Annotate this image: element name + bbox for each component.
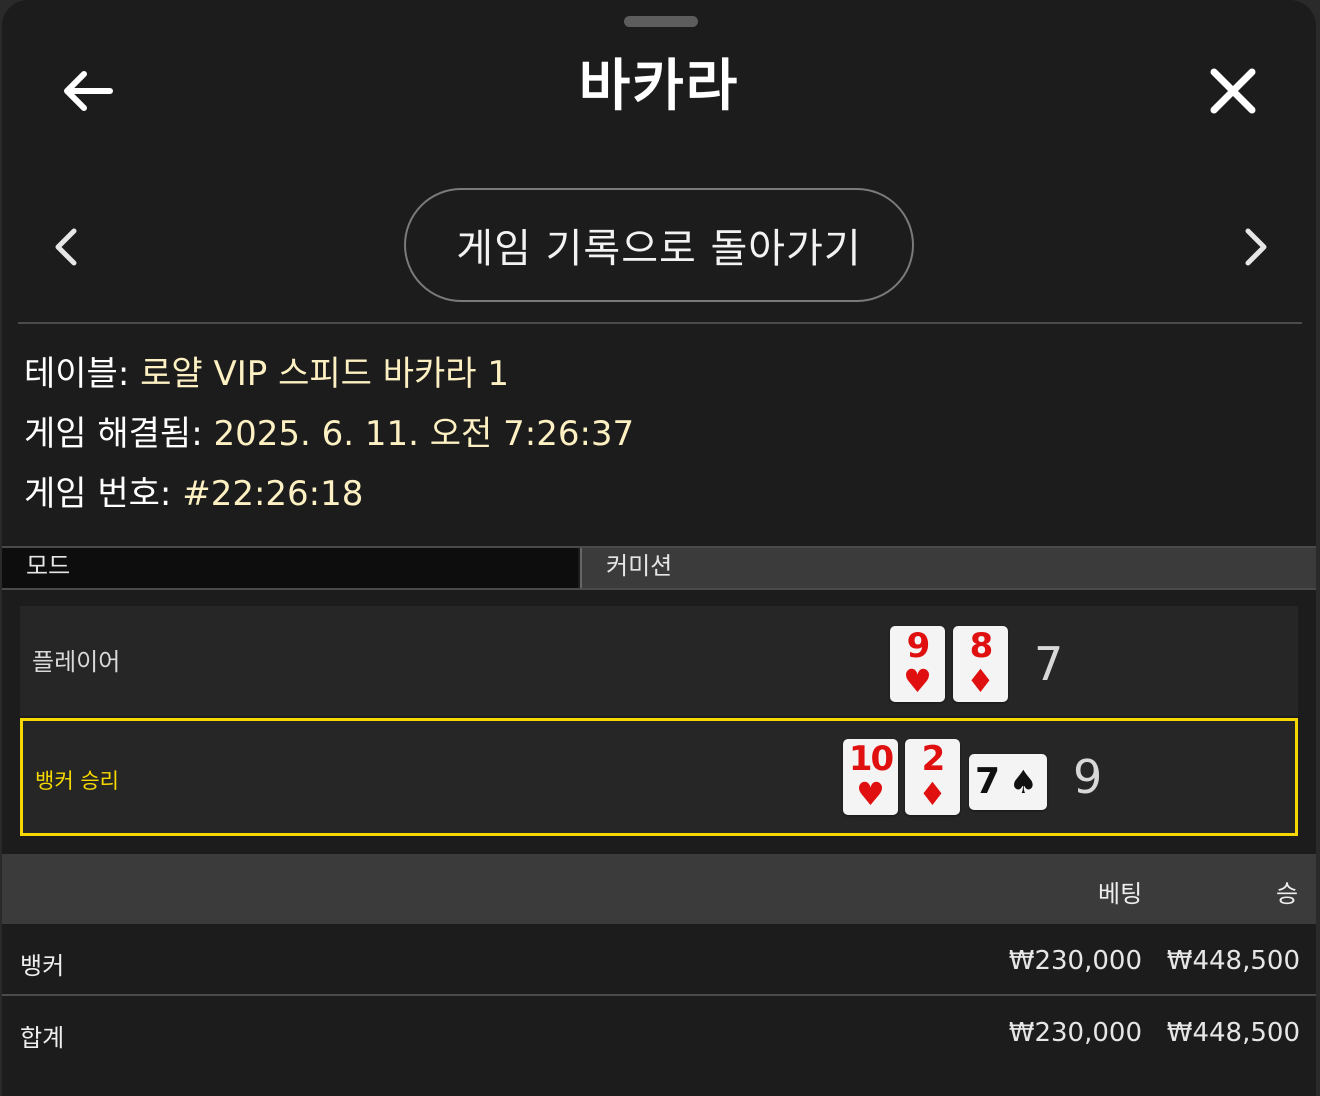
game-number-value: #22:26:18 [182, 474, 364, 514]
card-rank: 8 [969, 626, 994, 666]
win-amount: ₩448,500 [1166, 946, 1300, 976]
divider [18, 322, 1302, 324]
table-value: 로얄 VIP 스피드 바카라 1 [140, 354, 510, 394]
previous-game-button[interactable] [48, 226, 84, 268]
card-rank: 10 [848, 739, 894, 779]
banker-hand-row: 뱅커 승리 10 ♥ 2 ♦ 7 ♠ 9 [20, 718, 1298, 836]
back-to-history-button[interactable]: 게임 기록으로 돌아가기 [404, 188, 914, 302]
player-score: 7 [1034, 637, 1064, 691]
card-rank: 9 [906, 626, 931, 666]
banker-win-label: 뱅커 승리 [35, 769, 119, 793]
game-number-info: 게임 번호: #22:26:18 [24, 472, 363, 516]
chevron-left-icon [55, 228, 77, 266]
close-button[interactable] [1206, 64, 1260, 118]
spade-icon: ♠ [1009, 763, 1038, 801]
banker-score: 9 [1073, 750, 1103, 804]
total-name: 합계 [20, 1024, 65, 1052]
player-label: 플레이어 [32, 648, 121, 676]
win-column-header: 승 [1276, 880, 1299, 908]
bottom-sheet: 바카라 게임 기록으로 돌아가기 테이블: 로얄 VIP 스피드 바카라 1 게… [2, 0, 1316, 1096]
mode-label: 모드 [2, 548, 578, 588]
heart-icon: ♥ [856, 775, 885, 813]
commission-label: 커미션 [580, 548, 1316, 588]
close-icon [1210, 68, 1256, 114]
resolved-info: 게임 해결됨: 2025. 6. 11. 오전 7:26:37 [24, 412, 634, 456]
total-win-amount: ₩448,500 [1166, 1018, 1300, 1048]
next-game-button[interactable] [1238, 226, 1274, 268]
table-row: 뱅커 ₩230,000 ₩448,500 [2, 926, 1316, 996]
bet-amount: ₩230,000 [1008, 946, 1142, 976]
player-card-2: 8 ♦ [953, 626, 1008, 702]
total-bet-amount: ₩230,000 [1008, 1018, 1142, 1048]
card-rank: 7 [975, 761, 1001, 802]
banker-card-2: 2 ♦ [905, 739, 960, 815]
heart-icon: ♥ [903, 662, 932, 700]
chevron-right-icon [1245, 228, 1267, 266]
resolved-value: 2025. 6. 11. 오전 7:26:37 [213, 414, 635, 454]
banker-card-1: 10 ♥ [843, 739, 898, 815]
drag-handle[interactable] [624, 16, 698, 27]
table-info: 테이블: 로얄 VIP 스피드 바카라 1 [24, 352, 509, 396]
bet-name: 뱅커 [20, 952, 65, 980]
banker-card-3-sideways: 7 ♠ [969, 754, 1047, 810]
bet-column-header: 베팅 [1098, 880, 1143, 908]
mode-row: 모드 커미션 [2, 546, 1316, 590]
bets-table-header: 베팅 승 [2, 854, 1316, 924]
game-navigation: 게임 기록으로 돌아가기 [2, 186, 1316, 308]
table-label: 테이블: [24, 354, 130, 394]
diamond-icon: ♦ [918, 775, 947, 813]
game-number-label: 게임 번호: [24, 474, 172, 514]
card-rank: 2 [921, 739, 946, 779]
header-bar: 바카라 [2, 40, 1316, 140]
page-title: 바카라 [578, 54, 740, 119]
resolved-label: 게임 해결됨: [24, 414, 203, 454]
player-card-1: 9 ♥ [890, 626, 945, 702]
table-row: 합계 ₩230,000 ₩448,500 [2, 998, 1316, 1068]
diamond-icon: ♦ [966, 662, 995, 700]
divider [2, 994, 1316, 996]
player-hand-row: 플레이어 9 ♥ 8 ♦ 7 [20, 606, 1298, 716]
